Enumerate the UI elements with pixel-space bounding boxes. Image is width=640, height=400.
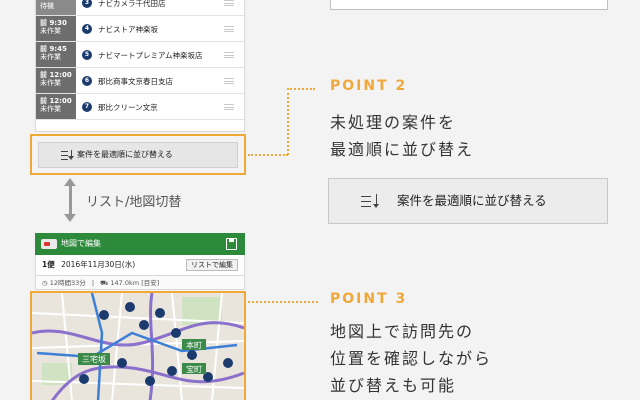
map-header: 地図で編集 bbox=[35, 233, 245, 255]
sort-icon bbox=[361, 194, 379, 208]
status-badge: 前 9:45 未作業 bbox=[36, 42, 76, 67]
map-view[interactable]: 三宅坂 本町 宝町 bbox=[30, 291, 246, 400]
point-2-title: POINT 2 bbox=[330, 78, 408, 94]
order-number: 3 bbox=[82, 0, 92, 8]
cropped-panel bbox=[330, 0, 608, 10]
connector-line bbox=[287, 88, 315, 90]
sort-button-highlight: 案件を最適順に並び替える bbox=[30, 134, 246, 175]
point-3-description: 地図上で訪問先の 位置を確認しながら 並び替えも可能 bbox=[330, 322, 493, 395]
order-number: 7 bbox=[82, 102, 92, 112]
list-item[interactable]: 前 12:00 未作業 6 那比商事文京春日支店 bbox=[36, 68, 244, 94]
connector-line bbox=[248, 301, 318, 303]
list-edit-button[interactable]: リストで編集 bbox=[186, 259, 238, 271]
drag-handle-icon[interactable] bbox=[224, 104, 234, 110]
car-icon: ⛟ bbox=[100, 279, 111, 287]
status-badge: 前 9:30 未作業 bbox=[36, 16, 76, 41]
customer-name: 那比商事文京春日支店 bbox=[98, 77, 173, 86]
map-label: 宝町 bbox=[186, 364, 202, 374]
customer-name: ナビマートプレミアム神楽坂店 bbox=[98, 51, 203, 60]
optimal-sort-button[interactable]: 案件を最適順に並び替える bbox=[38, 142, 238, 168]
point-3-title: POINT 3 bbox=[330, 291, 408, 307]
order-number: 6 bbox=[82, 76, 92, 86]
order-number: 4 bbox=[82, 24, 92, 34]
sort-icon bbox=[61, 150, 74, 160]
toggle-label: リスト/地図切替 bbox=[86, 195, 182, 210]
customer-name: ナビストア神楽坂 bbox=[98, 25, 158, 34]
status-badge: 前 12:00 未作業 bbox=[36, 68, 76, 93]
optimal-sort-button-large[interactable]: 案件を最適順に並び替える bbox=[328, 178, 608, 224]
drag-handle-icon[interactable] bbox=[224, 26, 234, 32]
map-icon bbox=[41, 239, 57, 249]
save-icon[interactable] bbox=[226, 238, 237, 250]
task-list: 待機 3 ナビカメラ千代田店 前 9:30 未作業 4 ナビストア神楽坂 前 9… bbox=[35, 0, 245, 132]
connector-line bbox=[287, 88, 289, 155]
drag-handle-icon[interactable] bbox=[224, 78, 234, 84]
customer-name: ナビカメラ千代田店 bbox=[98, 0, 166, 8]
list-item[interactable]: 前 12:00 未作業 7 那比クリーン文京 bbox=[36, 94, 244, 120]
customer-name: 那比クリーン文京 bbox=[98, 103, 158, 112]
list-item[interactable]: 前 9:45 未作業 5 ナビマートプレミアム神楽坂店 bbox=[36, 42, 244, 68]
route-summary: ◷ 12時間33分 | ⛟ 147.0km [目安] bbox=[35, 275, 245, 290]
drag-handle-icon[interactable] bbox=[224, 0, 234, 6]
list-item[interactable]: 待機 3 ナビカメラ千代田店 bbox=[36, 0, 244, 16]
point-2-description: 未処理の案件を 最適順に並び替え bbox=[330, 113, 475, 159]
route-map[interactable]: 三宅坂 本町 宝町 bbox=[32, 293, 244, 400]
clock-icon: ◷ bbox=[42, 279, 50, 287]
status-badge: 待機 bbox=[36, 0, 76, 15]
map-label: 三宅坂 bbox=[82, 354, 106, 364]
drag-handle-icon[interactable] bbox=[224, 52, 234, 58]
connector-line bbox=[248, 154, 288, 156]
list-item[interactable]: 前 9:30 未作業 4 ナビストア神楽坂 bbox=[36, 16, 244, 42]
map-subheader: 1便 2016年11月30日(水) リストで編集 bbox=[35, 255, 245, 275]
toggle-arrow-icon bbox=[64, 178, 76, 222]
order-number: 5 bbox=[82, 50, 92, 60]
status-badge: 前 12:00 未作業 bbox=[36, 94, 76, 119]
map-label: 本町 bbox=[186, 340, 202, 350]
